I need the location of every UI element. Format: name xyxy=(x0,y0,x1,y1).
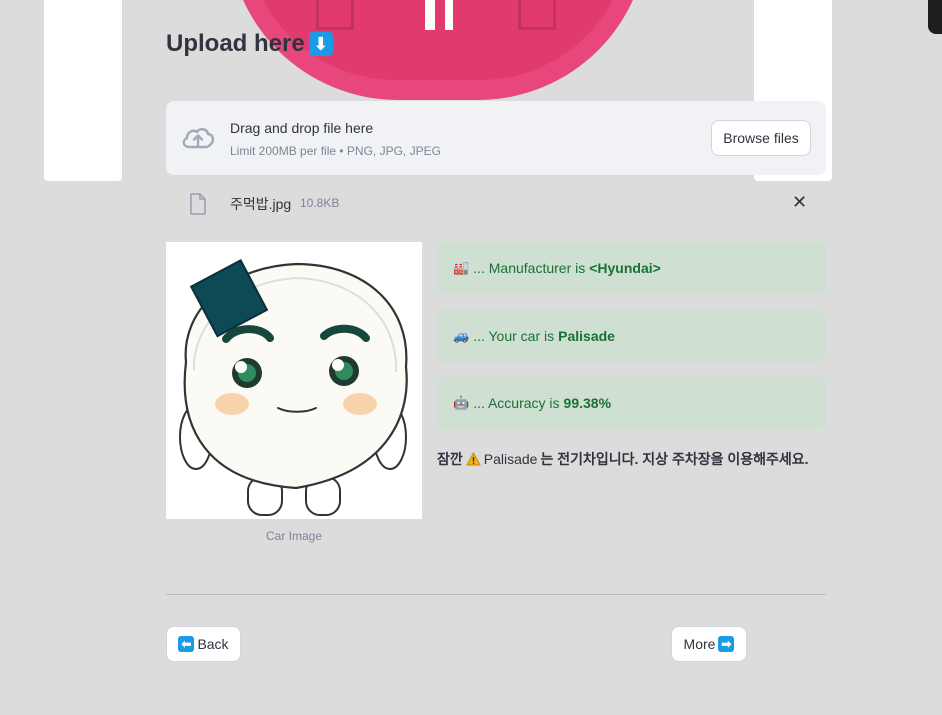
warning-icon xyxy=(465,452,481,466)
accuracy-value: 99.38% xyxy=(563,395,612,411)
back-button[interactable]: ⬅ Back xyxy=(166,626,241,662)
background-card-left xyxy=(44,0,122,181)
robot-icon: 🤖 xyxy=(453,395,470,410)
notice-text: 는 전기차입니다. 지상 주차장을 이용해주세요. xyxy=(540,451,809,467)
file-name: 주먹밥.jpg xyxy=(230,196,292,212)
notice-lead: 잠깐 xyxy=(437,451,463,467)
uploaded-file: 주먹밥.jpg 10.8KB ✕ xyxy=(166,188,826,220)
page-title-text: Upload here xyxy=(166,30,305,57)
manufacturer-prefix: ... Manufacturer is xyxy=(473,260,586,276)
factory-icon: 🏭 xyxy=(453,260,470,275)
car-model-prefix: ... Your car is xyxy=(473,328,555,344)
back-button-label: Back xyxy=(197,636,229,652)
file-dropzone[interactable]: Drag and drop file here Limit 200MB per … xyxy=(166,101,826,175)
page-title: Upload here ⬇ xyxy=(166,30,333,58)
dropzone-title: Drag and drop file here xyxy=(230,120,374,136)
more-button-label: More xyxy=(683,636,716,652)
more-button[interactable]: More ➡ xyxy=(671,626,747,662)
file-icon xyxy=(190,193,206,215)
car-model-result: 🚙 ... Your car is Palisade xyxy=(437,310,826,362)
right-arrow-icon: ➡ xyxy=(718,636,735,652)
manufacturer-result: 🏭 ... Manufacturer is <Hyundai> xyxy=(437,242,826,294)
dropzone-subtitle: Limit 200MB per file • PNG, JPG, JPEG xyxy=(230,144,441,158)
rice-ball-character-image xyxy=(179,259,408,516)
divider xyxy=(166,594,826,595)
car-model-value: Palisade xyxy=(558,328,615,344)
notice-car: Palisade xyxy=(483,451,538,467)
uploaded-image xyxy=(166,242,422,519)
parking-notice: 잠깐 Palisade 는 전기차입니다. 지상 주차장을 이용해주세요. xyxy=(437,449,809,469)
image-caption: Car Image xyxy=(265,529,323,543)
left-arrow-icon: ⬅ xyxy=(178,636,195,652)
accuracy-result: 🤖 ... Accuracy is 99.38% xyxy=(437,377,826,429)
remove-file-close-icon[interactable]: ✕ xyxy=(792,192,807,213)
file-size: 10.8KB xyxy=(300,196,340,210)
down-arrow-icon: ⬇ xyxy=(308,32,333,56)
cloud-upload-icon xyxy=(182,128,215,149)
browse-files-button[interactable]: Browse files xyxy=(711,120,811,156)
car-icon: 🚙 xyxy=(453,328,470,343)
accuracy-prefix: ... Accuracy is xyxy=(473,395,560,411)
manufacturer-value: <Hyundai> xyxy=(589,260,661,276)
background-corner xyxy=(928,0,942,34)
